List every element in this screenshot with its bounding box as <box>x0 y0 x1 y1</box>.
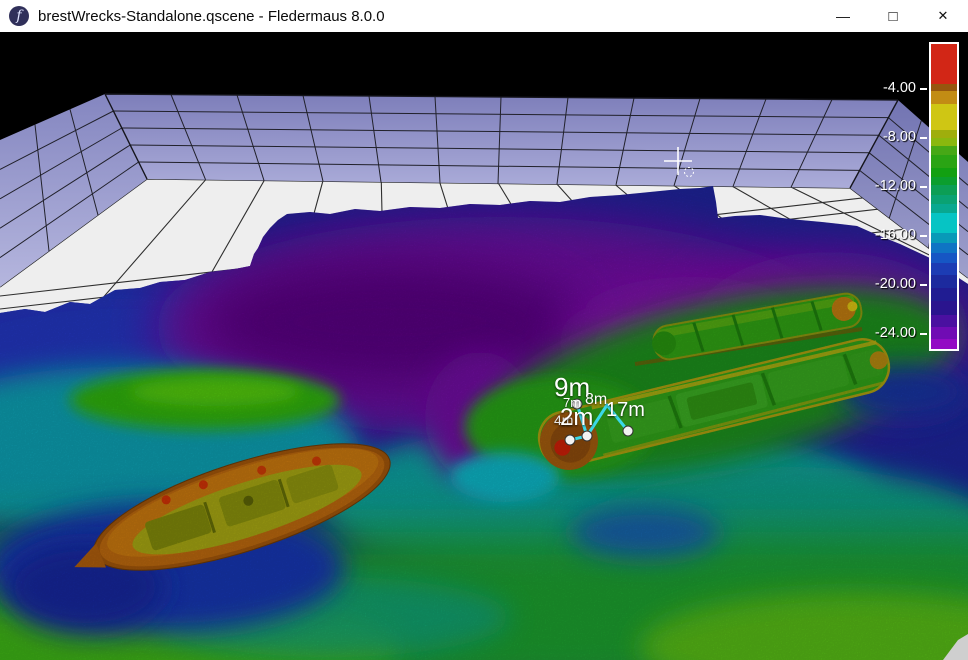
measurement-node[interactable] <box>623 426 633 436</box>
titlebar[interactable]: f brestWrecks-Standalone.qscene - Fleder… <box>0 0 968 32</box>
close-button[interactable]: ✕ <box>918 0 968 32</box>
colorbar-band <box>931 146 957 155</box>
colorbar-band <box>931 104 957 130</box>
colorbar-band <box>931 168 957 177</box>
colorbar-tick-label: -12.00 <box>854 178 916 194</box>
colorbar-tick-mark <box>920 333 927 335</box>
colorbar-band <box>931 84 957 91</box>
back-wall <box>105 94 898 188</box>
window-controls: — □ ✕ <box>818 0 968 32</box>
colorbar-band <box>931 275 957 288</box>
colorbar-band <box>931 185 957 195</box>
colorbar-band <box>931 301 957 315</box>
colorbar-tick-label: -24.00 <box>854 325 916 341</box>
colorbar-tick-label: -4.00 <box>854 80 916 96</box>
colorbar-band <box>931 233 957 243</box>
colorbar-band <box>931 155 957 168</box>
measurement-label-2m: 2m <box>560 406 593 430</box>
colorbar-tick-mark <box>920 186 927 188</box>
colorbar-tick-mark <box>920 88 927 90</box>
fledermaus-window: f brestWrecks-Standalone.qscene - Fleder… <box>0 0 968 660</box>
measurement-node[interactable] <box>582 431 592 441</box>
scene-viewport[interactable]: 9m 7m 8m 17m 4m 2m -4.00 -8.00 -12.00 -1… <box>0 32 968 660</box>
colorbar-tick-label: -16.00 <box>854 227 916 243</box>
app-icon: f <box>9 6 29 26</box>
measurement-node[interactable] <box>565 435 575 445</box>
colorbar-band <box>931 130 957 138</box>
window-title: brestWrecks-Standalone.qscene - Flederma… <box>38 8 385 25</box>
colorbar-tick-mark <box>920 235 927 237</box>
colorbar-tick-mark <box>920 137 927 139</box>
colorbar-band <box>931 44 957 84</box>
colorbar-bands <box>929 42 959 351</box>
colorbar-band <box>931 315 957 327</box>
colorbar-band <box>931 288 957 301</box>
colorbar-tick-label: -8.00 <box>854 129 916 145</box>
colorbar-band <box>931 138 957 146</box>
colorbar-band <box>931 204 957 213</box>
minimize-button[interactable]: — <box>818 0 868 32</box>
maximize-button[interactable]: □ <box>868 0 918 32</box>
colorbar-band <box>931 253 957 263</box>
colorbar-band <box>931 91 957 104</box>
colorbar-band <box>931 177 957 185</box>
colorbar-band <box>931 263 957 275</box>
colorbar-band <box>931 243 957 253</box>
scene-canvas[interactable] <box>0 32 968 660</box>
colorbar-tick-label: -20.00 <box>854 276 916 292</box>
colorbar-band <box>931 339 957 349</box>
colorbar-band <box>931 327 957 339</box>
colorbar-tick-mark <box>920 284 927 286</box>
colorbar-band <box>931 195 957 204</box>
colorbar-band <box>931 213 957 233</box>
measurement-label-17m: 17m <box>606 400 645 420</box>
